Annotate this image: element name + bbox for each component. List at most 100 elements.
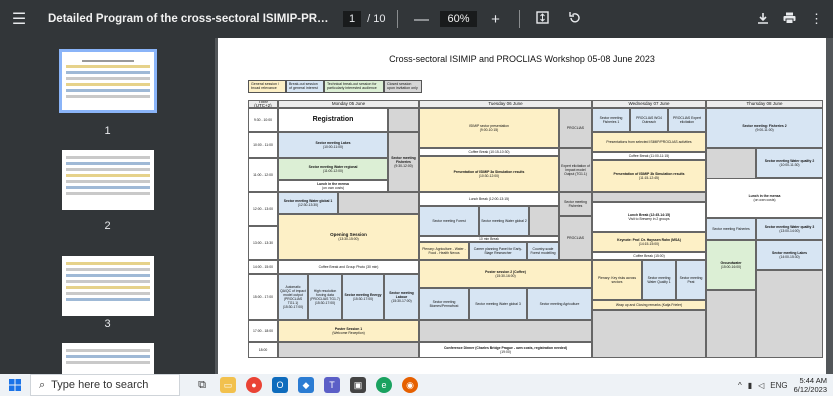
clock[interactable]: 5:44 AM 6/12/2023 [794, 376, 827, 394]
language-indicator[interactable]: ENG [770, 381, 787, 390]
empty-slot [388, 108, 419, 132]
taskbar-apps: ⧉ ▭ ● O ◆ T ▣ e ◉ [194, 377, 418, 393]
network-icon[interactable]: ▮ [748, 381, 752, 390]
header-thursday: Thursday 08 June [706, 100, 823, 108]
time-slot: 13:00 - 13:30 [248, 226, 278, 260]
sector-meeting-fisheries: Sector meeting Fisheries (9:30-12:00) [388, 132, 419, 192]
time-slot: 11:00 - 12:00 [248, 158, 278, 192]
file-explorer-icon[interactable]: ▭ [220, 377, 236, 393]
proclias: PROCLIAS [559, 216, 592, 260]
document-viewer[interactable]: Cross-sectoral ISIMIP and PROCLIAS Works… [215, 38, 833, 374]
legend-item: Break-out session of general interest [286, 80, 324, 93]
security-icon[interactable]: ◆ [298, 377, 314, 393]
chevron-up-icon[interactable]: ^ [738, 381, 742, 390]
zoom-in-button[interactable]: + [485, 11, 507, 28]
sector-meeting-fisheries: Sector meeting Fisheries [559, 192, 592, 216]
time-slot: 12:00 - 13:00 [248, 192, 278, 226]
volume-icon[interactable]: ◁ [758, 381, 764, 390]
empty-slot [278, 342, 419, 358]
teams-icon[interactable]: T [324, 377, 340, 393]
clock-time: 5:44 AM [799, 376, 827, 385]
sector-meeting-peat: Sector meeting Peat [676, 260, 706, 300]
system-tray: ^ ▮ ◁ ENG 5:44 AM 6/12/2023 [738, 374, 827, 396]
poster-session-1: Poster Session 1 (Welcome Reception) [278, 320, 419, 342]
proclias-expert: PROCLIAS Expert elicitation [668, 108, 706, 132]
career-planning: Career planning Panel for Early-Stage Re… [469, 242, 527, 260]
print-icon[interactable] [783, 11, 796, 27]
proclias: PROCLIAS [559, 108, 592, 148]
page-thumbnail-3[interactable] [62, 256, 154, 316]
automatic-qaqc: Automatic QA/QC of impact model output (… [278, 274, 308, 320]
sector-meeting-fisheries: Sector meeting Fisheries [706, 218, 756, 240]
fit-page-icon[interactable] [532, 10, 554, 28]
menu-icon[interactable]: ☰ [0, 0, 38, 38]
coffee-break: Coffee Break and Group Photo (30 min) [278, 260, 419, 274]
sector-meeting-water-quality-2: Sector meeting Water quality 2 (10:00-11:… [756, 148, 823, 178]
sector-meeting-water-regional: Sector meeting Water regional (11:00-12:0… [278, 158, 388, 180]
empty-slot [706, 290, 756, 358]
poster-session-2: Poster session 2 (Coffee) (15:30-16:00) [419, 260, 592, 288]
lunch-break: Lunch Break (12:45-14:15) Visit to Brewer… [592, 202, 706, 232]
thumbnail-sidebar: 1 2 3 [0, 38, 215, 374]
divider [397, 10, 399, 28]
empty-slot [529, 206, 559, 236]
download-icon[interactable] [757, 11, 769, 27]
presentation-3a: Presentation of ISIMIP 3a Simulation res… [419, 156, 559, 192]
sector-meeting-fisheries-2: Sector meeting: Fisheries 2 (9:00-11:00) [706, 108, 823, 148]
sector-meeting-lakes: Sector meeting Lakes (10:00-11:00) [278, 132, 388, 158]
legend-item: General session / broad relevance [248, 80, 286, 93]
app-icon[interactable]: ▣ [350, 377, 366, 393]
zoom-input[interactable]: 60% [440, 11, 477, 27]
sector-meeting-water-global-1: Sector meeting Water global 1 (12:30-13:3… [278, 192, 338, 214]
search-placeholder: Type here to search [51, 379, 149, 391]
taskbar: ⌕ Type here to search ⧉ ▭ ● O ◆ T ▣ e ◉ … [0, 374, 833, 396]
page-number-input[interactable]: 1 [343, 11, 362, 27]
sector-meeting-water-global-3: Sector meeting Water global 3 [469, 288, 527, 320]
page-indicator: 1 / 10 [343, 11, 385, 27]
schedule-table: Time (UTC+2) Monday 05 June Tuesday 06 J… [248, 100, 823, 374]
page-title: Cross-sectoral ISIMIP and PROCLIAS Works… [389, 54, 655, 64]
outlook-icon[interactable]: O [272, 377, 288, 393]
empty-slot [592, 192, 706, 202]
plenary-nexus: Plenary: Agriculture - Water - Food - He… [419, 242, 469, 260]
thumbnail-number: 2 [104, 220, 111, 232]
time-slot: 15:00 - 17:00 [248, 274, 278, 320]
chrome-icon[interactable]: ● [246, 377, 262, 393]
page-thumbnail-2[interactable] [62, 150, 154, 210]
high-resolution-forcing: High resolution forcing data (PROCLIAS T… [308, 274, 342, 320]
sector-meeting-lakes: Sector meeting Lakes (14:00-15:30) [756, 240, 823, 270]
time-slot: 17:00 - 18:00 [248, 320, 278, 342]
sector-meeting-water-global-2: Sector meeting Water global 2 [479, 206, 529, 236]
sector-meeting-forest: Sector meeting Forest [419, 206, 479, 236]
keynote: Keynote: Prof. Dr. Hayssen Rahn (MSA) (14… [592, 232, 706, 252]
document-title: Detailed Program of the cross-sectoral I… [48, 13, 333, 25]
sector-meeting-fisheries-1: Sector meeting Fisheries 1 [592, 108, 630, 132]
opening-session: Opening Session (13:30-15:00) [278, 214, 419, 260]
coffee-break: Coffee Break (15:00) [592, 252, 706, 260]
empty-slot [592, 310, 706, 358]
empty-slot [756, 270, 823, 358]
page-thumbnail-1[interactable] [59, 49, 157, 113]
coffee-break: Coffee Break (11:00-11:15) [592, 152, 706, 160]
zoom-out-button[interactable]: — [410, 11, 432, 28]
lunch: Lunch in the mensa (on own costs) [278, 180, 388, 192]
wrap-up: Wrap up and Closing remarks (Katja Friel… [592, 300, 706, 310]
task-view-icon[interactable]: ⧉ [194, 377, 210, 393]
more-options-icon[interactable]: ⋮ [810, 11, 823, 27]
windows-start-icon[interactable] [0, 374, 30, 396]
presentation-3b: Presentation of ISIMIP 3b Simulation res… [592, 160, 706, 192]
thumbnail-number: 3 [104, 318, 111, 330]
pdf-page: Cross-sectoral ISIMIP and PROCLIAS Works… [218, 38, 826, 374]
rotate-icon[interactable] [564, 11, 586, 28]
edge-icon[interactable]: e [376, 377, 392, 393]
country-scale-forest: Country-scale Forest modelling [527, 242, 559, 260]
taskbar-search[interactable]: ⌕ Type here to search [30, 374, 180, 396]
expert-elicitation: Expert elicitation of Impact model Outpu… [559, 148, 592, 192]
coffee-break: Coffee Break (10:15-10:30) [419, 148, 559, 156]
pdf-toolbar: ☰ Detailed Program of the cross-sectoral… [0, 0, 833, 38]
page-thumbnail-4[interactable] [62, 343, 154, 374]
sector-meeting-water-quality-1: Sector meeting Water Quality 1 [642, 260, 676, 300]
lunch: Lunch in the mensa (on own costs) [706, 178, 823, 218]
firefox-icon[interactable]: ◉ [402, 377, 418, 393]
lunch-break: Lunch Break (12:00-13:15) [419, 192, 559, 206]
